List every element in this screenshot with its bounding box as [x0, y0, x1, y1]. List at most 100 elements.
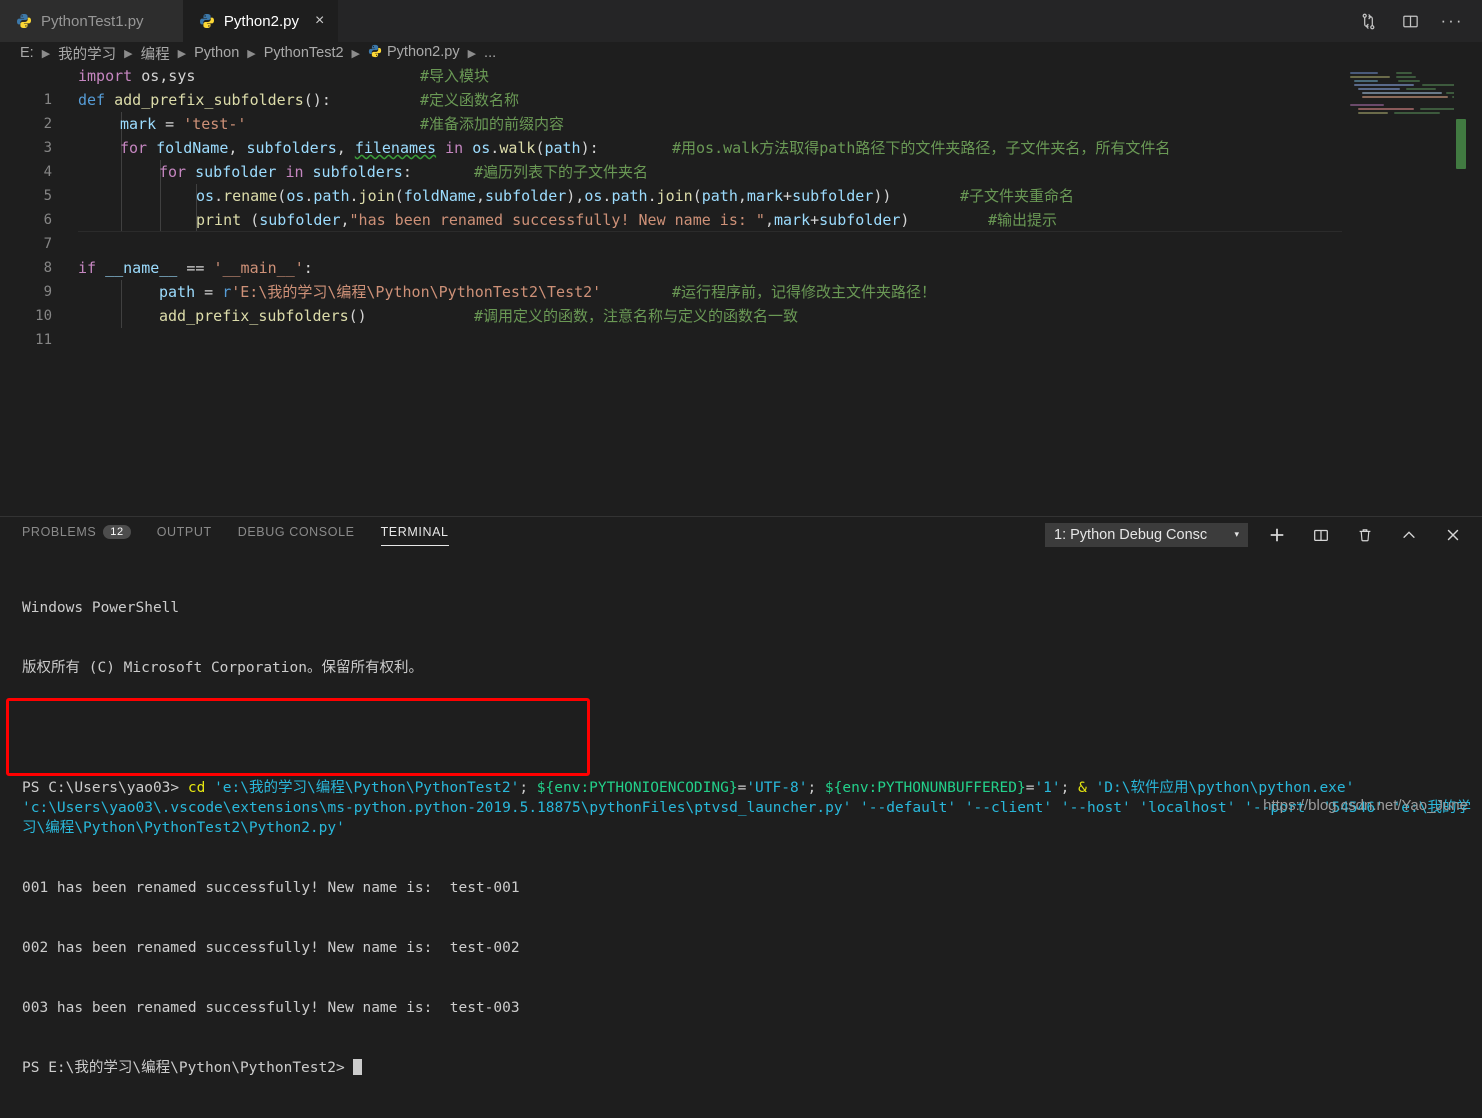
panel-tab-output[interactable]: OUTPUT [157, 525, 212, 544]
breadcrumb-item-2[interactable]: 编程 [139, 43, 172, 64]
code-comment: #用os.walk方法取得path路径下的文件夹路径，子文件夹名，所有文件名 [672, 139, 1171, 157]
terminal-selector-dropdown[interactable]: 1: Python Debug Consc ▾ [1045, 522, 1248, 547]
terminal-line: 002 has been renamed successfully! New n… [22, 940, 520, 956]
panel-actions: 1: Python Debug Consc ▾ [1045, 520, 1468, 550]
breadcrumb: E: ▶ 我的学习 ▶ 编程 ▶ Python ▶ PythonTest2 ▶ … [0, 42, 1482, 64]
breadcrumb-item-drive[interactable]: E: [18, 45, 36, 61]
code-comment: #导入模块 [420, 67, 490, 85]
code-text: for foldName, subfolders, filenames in o… [120, 139, 599, 157]
code-line: 11 add_prefix_subfolders() #调用定义的函数，注意名称… [0, 304, 1482, 348]
panel-header: PROBLEMS 12 OUTPUT DEBUG CONSOLE TERMINAL… [0, 517, 1482, 552]
python-icon [16, 13, 32, 29]
terminal-prompt: PS C:\Users\yao03> [22, 780, 188, 796]
editor-actions: ··· [1348, 0, 1482, 42]
code-text: path = r'E:\我的学习\编程\Python\PythonTest2\T… [159, 283, 602, 301]
terminal-env-val-2: '1' [1034, 780, 1061, 796]
editor-minimap[interactable] [1344, 64, 1468, 516]
vscode-window: PythonTest1.py × Python2.py × [0, 0, 1482, 1076]
panel-tab-problems[interactable]: PROBLEMS 12 [22, 525, 131, 544]
code-text: mark = 'test-' [120, 115, 247, 133]
kill-terminal-icon[interactable] [1350, 520, 1380, 550]
terminal-prompt: PS E:\我的学习\编程\Python\PythonTest2> [22, 1060, 354, 1076]
breadcrumb-item-1[interactable]: 我的学习 [56, 43, 118, 64]
breadcrumb-separator-icon: ▶ [351, 47, 361, 60]
breadcrumb-separator-icon: ▶ [467, 47, 477, 60]
close-icon[interactable]: × [315, 13, 324, 29]
python-icon [368, 44, 382, 62]
breadcrumb-item-4[interactable]: PythonTest2 [262, 45, 346, 61]
code-comment: #准备添加的前缀内容 [420, 115, 565, 133]
bottom-panel: PROBLEMS 12 OUTPUT DEBUG CONSOLE TERMINAL… [0, 516, 1482, 1076]
code-text: for subfolder in subfolders: [159, 163, 412, 181]
split-sync-icon[interactable] [1358, 11, 1378, 31]
split-editor-icon[interactable] [1400, 11, 1420, 31]
breadcrumb-separator-icon: ▶ [247, 47, 256, 60]
code-line: 9 if __name__ == '__main__': [0, 256, 1482, 300]
terminal-env-val-1: 'UTF-8' [746, 780, 808, 796]
terminal-env-1: ${env:PYTHONIOENCODING} [536, 780, 738, 796]
code-text: print (subfolder,"has been renamed succe… [196, 211, 910, 229]
breadcrumb-item-3[interactable]: Python [192, 45, 241, 61]
code-line: 6 os.rename(os.path.join(foldName,subfol… [0, 184, 1482, 228]
terminal-line: 003 has been renamed successfully! New n… [22, 1000, 520, 1016]
code-text: add_prefix_subfolders() [159, 307, 367, 325]
code-line: 1 import os,sys #导入模块 [0, 64, 1482, 108]
code-text: def add_prefix_subfolders(): [78, 91, 331, 109]
problems-count-badge: 12 [103, 525, 131, 539]
code-comment: #调用定义的函数，注意名称与定义的函数名一致 [474, 307, 799, 325]
terminal-line: 版权所有 (C) Microsoft Corporation。保留所有权利。 [22, 660, 423, 676]
code-comment: #遍历列表下的子文件夹名 [474, 163, 649, 181]
editor-tab-label: PythonTest1.py [41, 12, 144, 30]
terminal-sep: ; [519, 780, 537, 796]
terminal-cmd-path: 'e:\我的学习\编程\Python\PythonTest2' [214, 780, 520, 796]
editor-tab-label: Python2.py [223, 12, 299, 30]
close-panel-icon[interactable] [1438, 520, 1468, 550]
code-editor[interactable]: 1 import os,sys #导入模块 2 def add_prefix_s… [0, 64, 1482, 516]
split-terminal-icon[interactable] [1306, 520, 1336, 550]
terminal-exe-path: 'D:\软件应用\python\python.exe' [1095, 780, 1355, 796]
code-text: if __name__ == '__main__': [78, 259, 313, 277]
python-icon [199, 13, 215, 29]
breadcrumb-item-symbol[interactable]: ... [482, 45, 498, 61]
terminal-cursor [353, 1059, 363, 1075]
code-line: 8 [0, 232, 1482, 276]
line-number: 11 [35, 332, 52, 348]
terminal-sep: ; [1060, 780, 1079, 796]
code-line: 10 path = r'E:\我的学习\编程\Python\PythonTest… [0, 280, 1482, 324]
panel-tab-terminal[interactable]: TERMINAL [380, 525, 449, 546]
terminal-cmd-cd: cd [187, 780, 215, 796]
scrollbar-thumb[interactable] [1456, 119, 1466, 169]
code-text: import os,sys [78, 67, 196, 85]
watermark-url: https://blog.csdn.net/Yao_June [1263, 797, 1468, 814]
editor-scrollbar[interactable] [1454, 64, 1468, 516]
code-text: os.rename(os.path.join(foldName,subfolde… [196, 187, 892, 205]
code-comment: #定义函数名称 [420, 91, 520, 109]
terminal-env-2: ${env:PYTHONUNBUFFERED} [824, 780, 1026, 796]
maximize-panel-icon[interactable] [1394, 520, 1424, 550]
terminal-line: 001 has been renamed successfully! New n… [22, 880, 520, 896]
editor-tab-pythontest1[interactable]: PythonTest1.py × [0, 0, 183, 42]
code-line: 4 for foldName, subfolders, filenames in… [0, 136, 1482, 180]
terminal-sep: ; [807, 780, 825, 796]
new-terminal-icon[interactable] [1262, 520, 1292, 550]
editor-tab-python2[interactable]: Python2.py × [182, 0, 339, 42]
breadcrumb-separator-icon: ▶ [177, 47, 187, 60]
code-line: 3 mark = 'test-' #准备添加的前缀内容 [0, 112, 1482, 156]
chevron-down-icon: ▾ [1234, 529, 1239, 539]
breadcrumb-separator-icon: ▶ [124, 47, 133, 60]
code-line: 2 def add_prefix_subfolders(): #定义函数名称 [0, 88, 1482, 132]
breadcrumb-file-label: Python2.py [387, 44, 460, 60]
terminal-selector-label: 1: Python Debug Consc [1054, 526, 1208, 543]
breadcrumb-separator-icon: ▶ [41, 47, 51, 60]
code-comment: #输出提示 [988, 211, 1058, 229]
panel-tab-debug-console[interactable]: DEBUG CONSOLE [238, 525, 355, 544]
more-actions-icon[interactable]: ··· [1441, 11, 1462, 31]
breadcrumb-item-file[interactable]: Python2.py [366, 44, 462, 62]
terminal-line: Windows PowerShell [22, 600, 180, 616]
terminal-prompt-line: PS E:\我的学习\编程\Python\PythonTest2> [22, 1058, 1482, 1078]
editor-tab-bar: PythonTest1.py × Python2.py × [0, 0, 1482, 42]
code-line: 5 for subfolder in subfolders: #遍历列表下的子文… [0, 160, 1482, 204]
code-comment: #运行程序前，记得修改主文件夹路径！ [672, 283, 937, 301]
terminal-output[interactable]: Windows PowerShell 版权所有 (C) Microsoft Co… [0, 552, 1482, 1118]
